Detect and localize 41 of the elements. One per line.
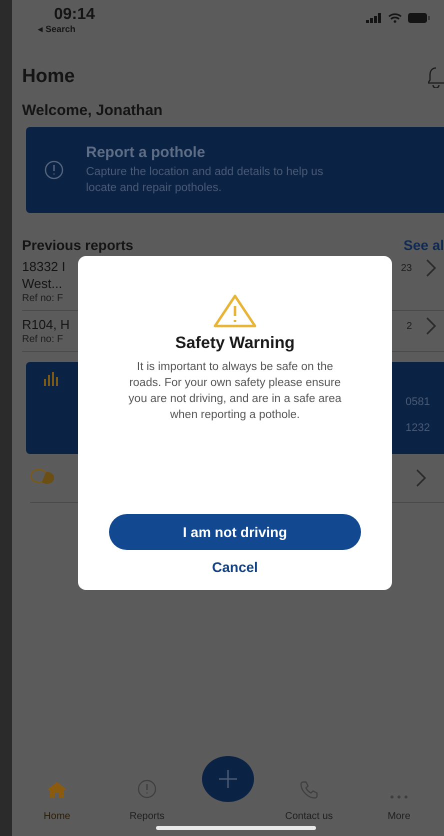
status-time: 09:14	[54, 6, 95, 24]
alert-circle-icon	[44, 160, 64, 180]
report-date: 2	[406, 321, 412, 332]
tab-bar-item[interactable]: Reports	[112, 779, 182, 822]
phone-icon	[300, 781, 318, 799]
report-address: West...	[22, 276, 64, 291]
chevron-icon	[426, 259, 436, 277]
add-button[interactable]	[202, 756, 254, 802]
cancel-button[interactable]: Cancel	[206, 558, 264, 576]
report-address: 18332 I	[22, 259, 66, 274]
not-driving-button[interactable]: I am not driving	[109, 514, 361, 550]
home-icon	[46, 781, 68, 799]
chevron-icon	[426, 317, 436, 335]
page-title: Home	[22, 66, 75, 88]
signal-icon	[366, 13, 382, 23]
card-title: Report a pothole	[86, 144, 206, 161]
dialog-message: It is important to always be safe on the roads. For your own safety please ensure you are not driving, and are in a safe area when reporting a pothole.	[128, 360, 342, 424]
tab-bar-item[interactable]: Contact us	[274, 781, 344, 822]
stat-value: 1232	[406, 422, 430, 434]
warning-icon	[213, 294, 257, 328]
back-link[interactable]: ◂ Search	[38, 24, 95, 34]
section-title: Previous reports	[22, 237, 134, 253]
alert-circle-icon	[137, 779, 157, 799]
report-address: R104, H	[22, 317, 70, 332]
see-all-link[interactable]: See al	[404, 237, 444, 253]
bell-icon[interactable]	[428, 66, 444, 88]
bar-chart-icon	[44, 372, 58, 386]
welcome-heading: Welcome, Jonathan	[21, 101, 164, 119]
report-ref: Ref no: F	[22, 293, 64, 304]
plus-icon	[219, 770, 237, 788]
stat-value: 0581	[406, 396, 430, 408]
tab-bar-item[interactable]: Home	[22, 781, 92, 822]
chevron-icon	[416, 469, 426, 487]
tab-bar-item[interactable]: More	[364, 795, 434, 822]
dialog-title: Safety Warning	[175, 334, 295, 353]
report-date: 23	[400, 263, 412, 274]
wifi-icon	[388, 13, 402, 23]
report-ref: Ref no: F	[22, 334, 64, 345]
report-pothole-card[interactable]: Report a pothole Capture the location and add details to help us locate and repair potholes.	[26, 127, 444, 213]
battery-icon	[408, 13, 430, 23]
card-description: Capture the location and add details to help us locate and repair potholes.	[86, 164, 324, 196]
